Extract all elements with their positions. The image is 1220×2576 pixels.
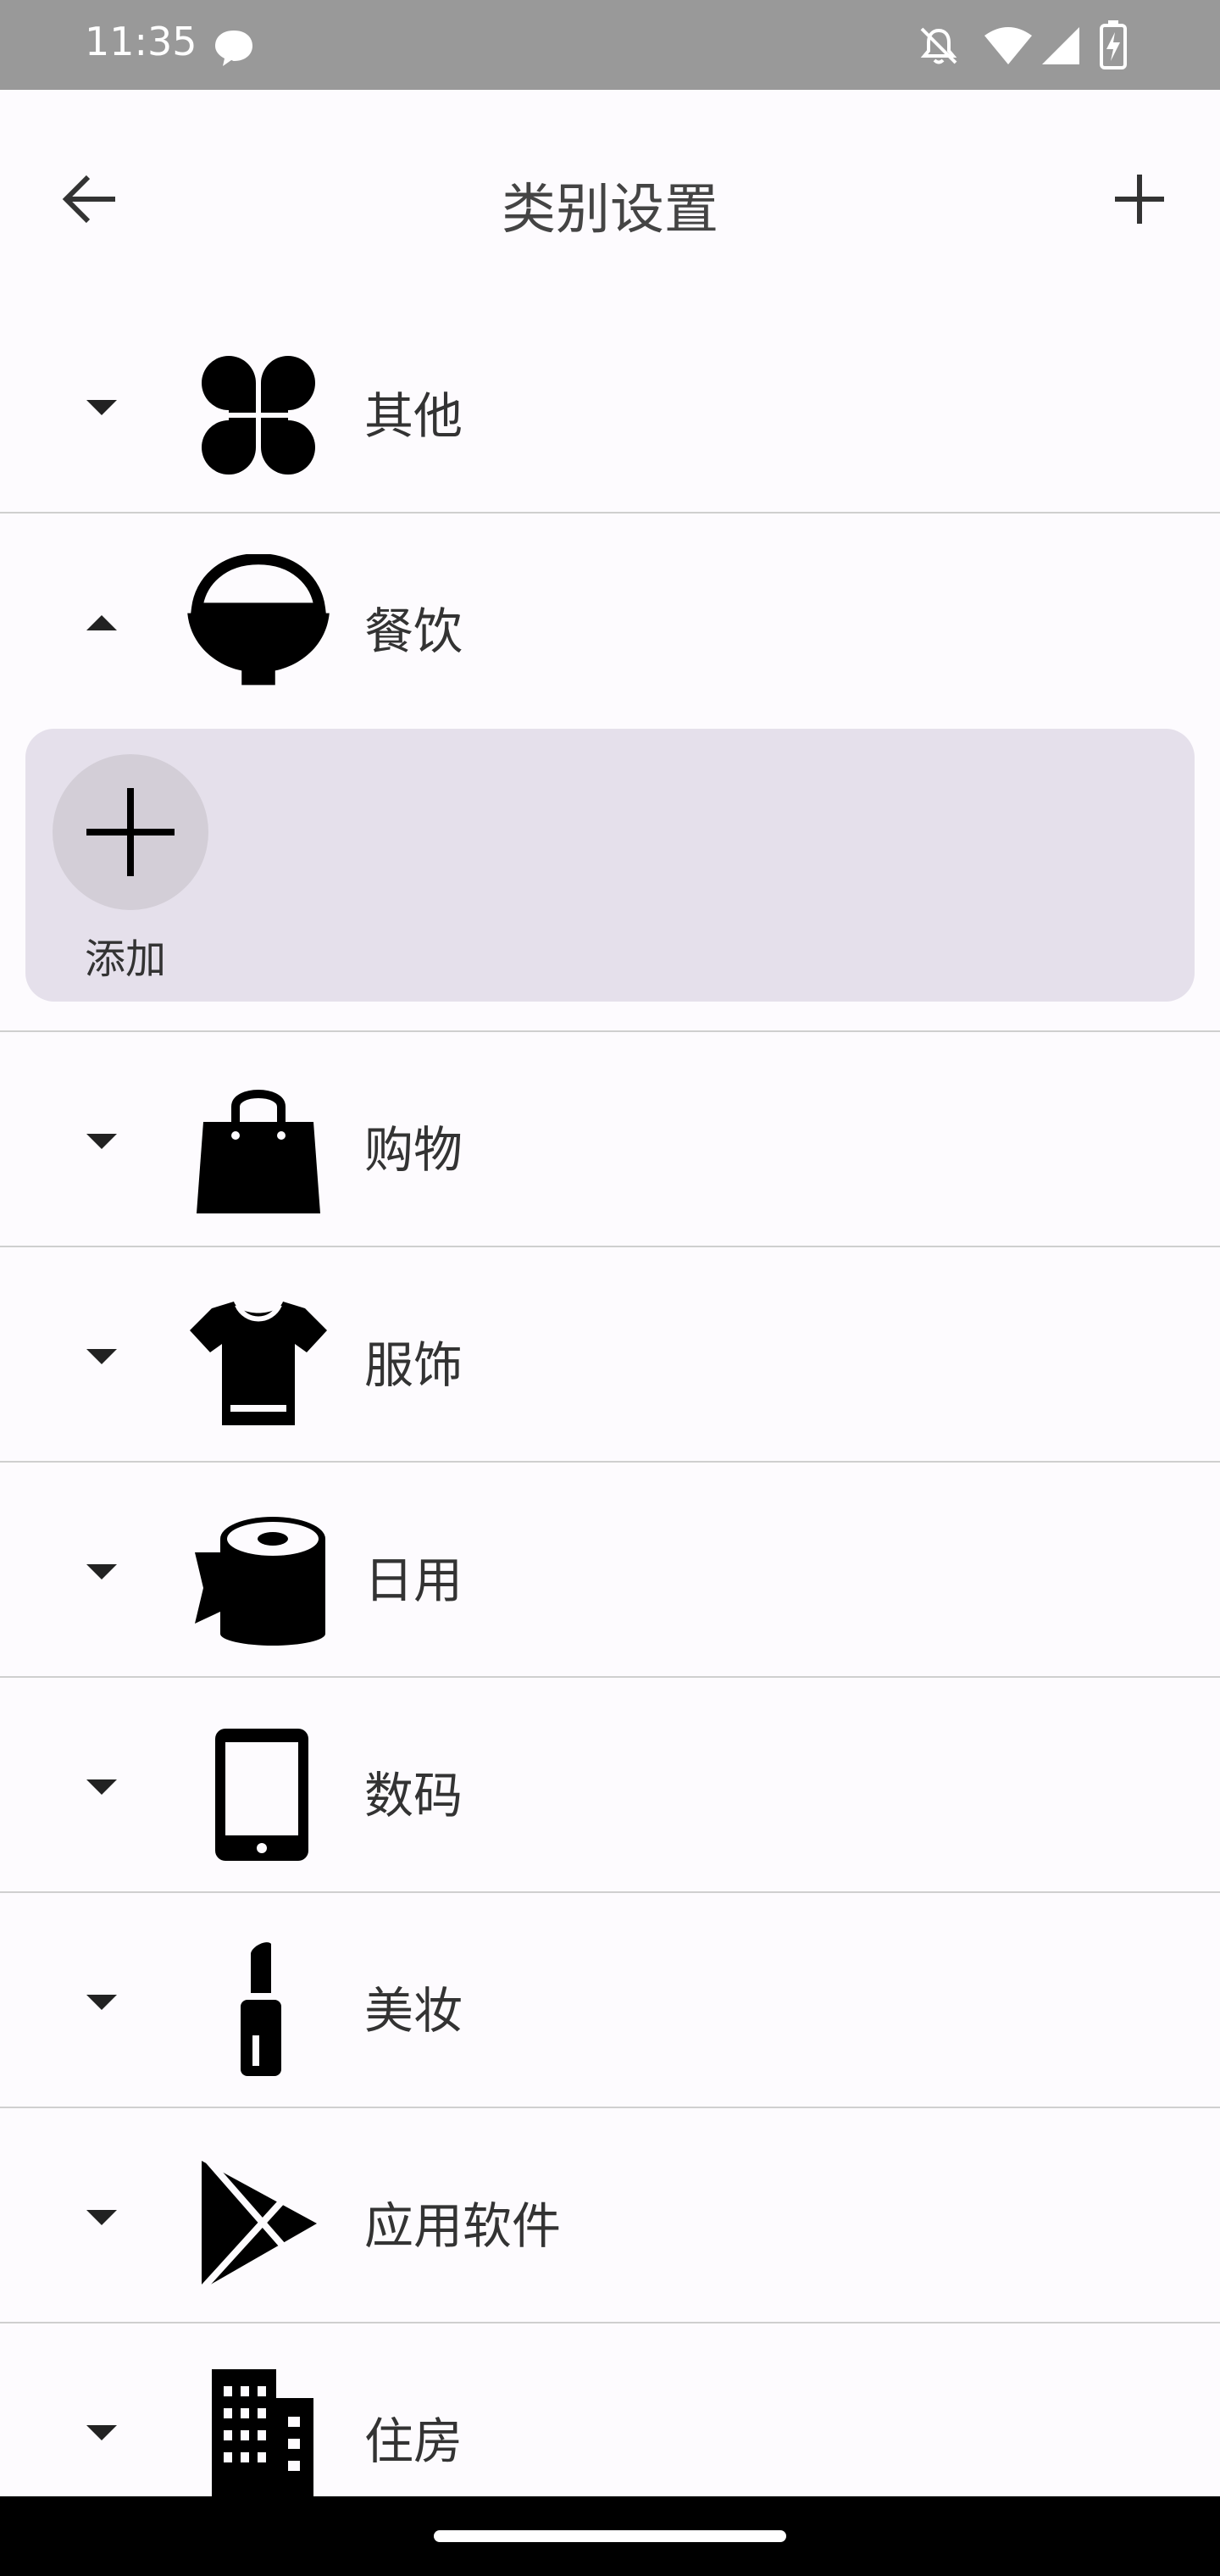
plus-icon — [1115, 175, 1164, 224]
signal-icon — [1042, 27, 1079, 64]
chevron-down-icon[interactable] — [85, 2200, 119, 2234]
home-gesture-handle[interactable] — [434, 2530, 786, 2542]
wifi-icon — [984, 27, 1032, 64]
category-row[interactable]: 购物 — [0, 1032, 1220, 1247]
building-icon — [212, 2369, 313, 2503]
shopping-bag-icon — [197, 1090, 320, 1213]
category-row[interactable]: 应用软件 — [0, 2108, 1220, 2323]
category-row[interactable]: 其他 — [0, 298, 1220, 514]
status-bar: 11:35 — [0, 0, 1220, 90]
category-row[interactable]: 美妆 — [0, 1893, 1220, 2108]
chevron-down-icon[interactable] — [85, 2415, 119, 2449]
chevron-down-icon[interactable] — [85, 390, 119, 424]
play-store-icon — [199, 2158, 317, 2292]
chat-bubble-icon — [215, 31, 252, 66]
category-row[interactable]: 日用 — [0, 1463, 1220, 1678]
add-subcategory-label: 添加 — [85, 935, 167, 983]
category-label: 日用 — [364, 1552, 463, 1609]
category-label: 数码 — [364, 1767, 463, 1824]
category-label: 住房 — [364, 2412, 463, 2470]
status-time: 11:35 — [85, 19, 197, 64]
battery-charging-icon — [1100, 20, 1127, 69]
subcategory-panel: 添加 — [25, 729, 1195, 1002]
chevron-down-icon[interactable] — [85, 1339, 119, 1373]
app-bar: 类别设置 — [0, 90, 1220, 307]
system-nav-bar — [0, 2496, 1220, 2576]
category-label: 美妆 — [364, 1982, 463, 2040]
category-label: 其他 — [364, 387, 463, 445]
chevron-up-icon[interactable] — [85, 605, 119, 639]
chevron-down-icon[interactable] — [85, 1769, 119, 1803]
bell-off-icon — [920, 27, 957, 64]
lipstick-icon — [241, 1942, 281, 2076]
plus-icon — [86, 788, 175, 876]
category-label: 应用软件 — [364, 2197, 562, 2255]
page-title: 类别设置 — [502, 179, 718, 242]
clover-icon — [202, 356, 315, 475]
chevron-down-icon[interactable] — [85, 1124, 119, 1158]
tshirt-icon — [190, 1302, 327, 1425]
smartphone-icon — [215, 1729, 308, 1861]
category-row[interactable]: 服饰 — [0, 1247, 1220, 1463]
category-label: 餐饮 — [364, 602, 463, 660]
chevron-down-icon[interactable] — [85, 1985, 119, 2018]
chevron-down-icon[interactable] — [85, 1554, 119, 1588]
add-category-button[interactable] — [1101, 161, 1178, 237]
category-row[interactable]: 数码 — [0, 1678, 1220, 1893]
category-label: 购物 — [364, 1121, 463, 1179]
rice-bowl-icon — [187, 554, 330, 686]
add-subcategory-button[interactable] — [53, 754, 208, 910]
category-label: 服饰 — [364, 1336, 463, 1394]
paper-roll-icon — [195, 1517, 325, 1646]
